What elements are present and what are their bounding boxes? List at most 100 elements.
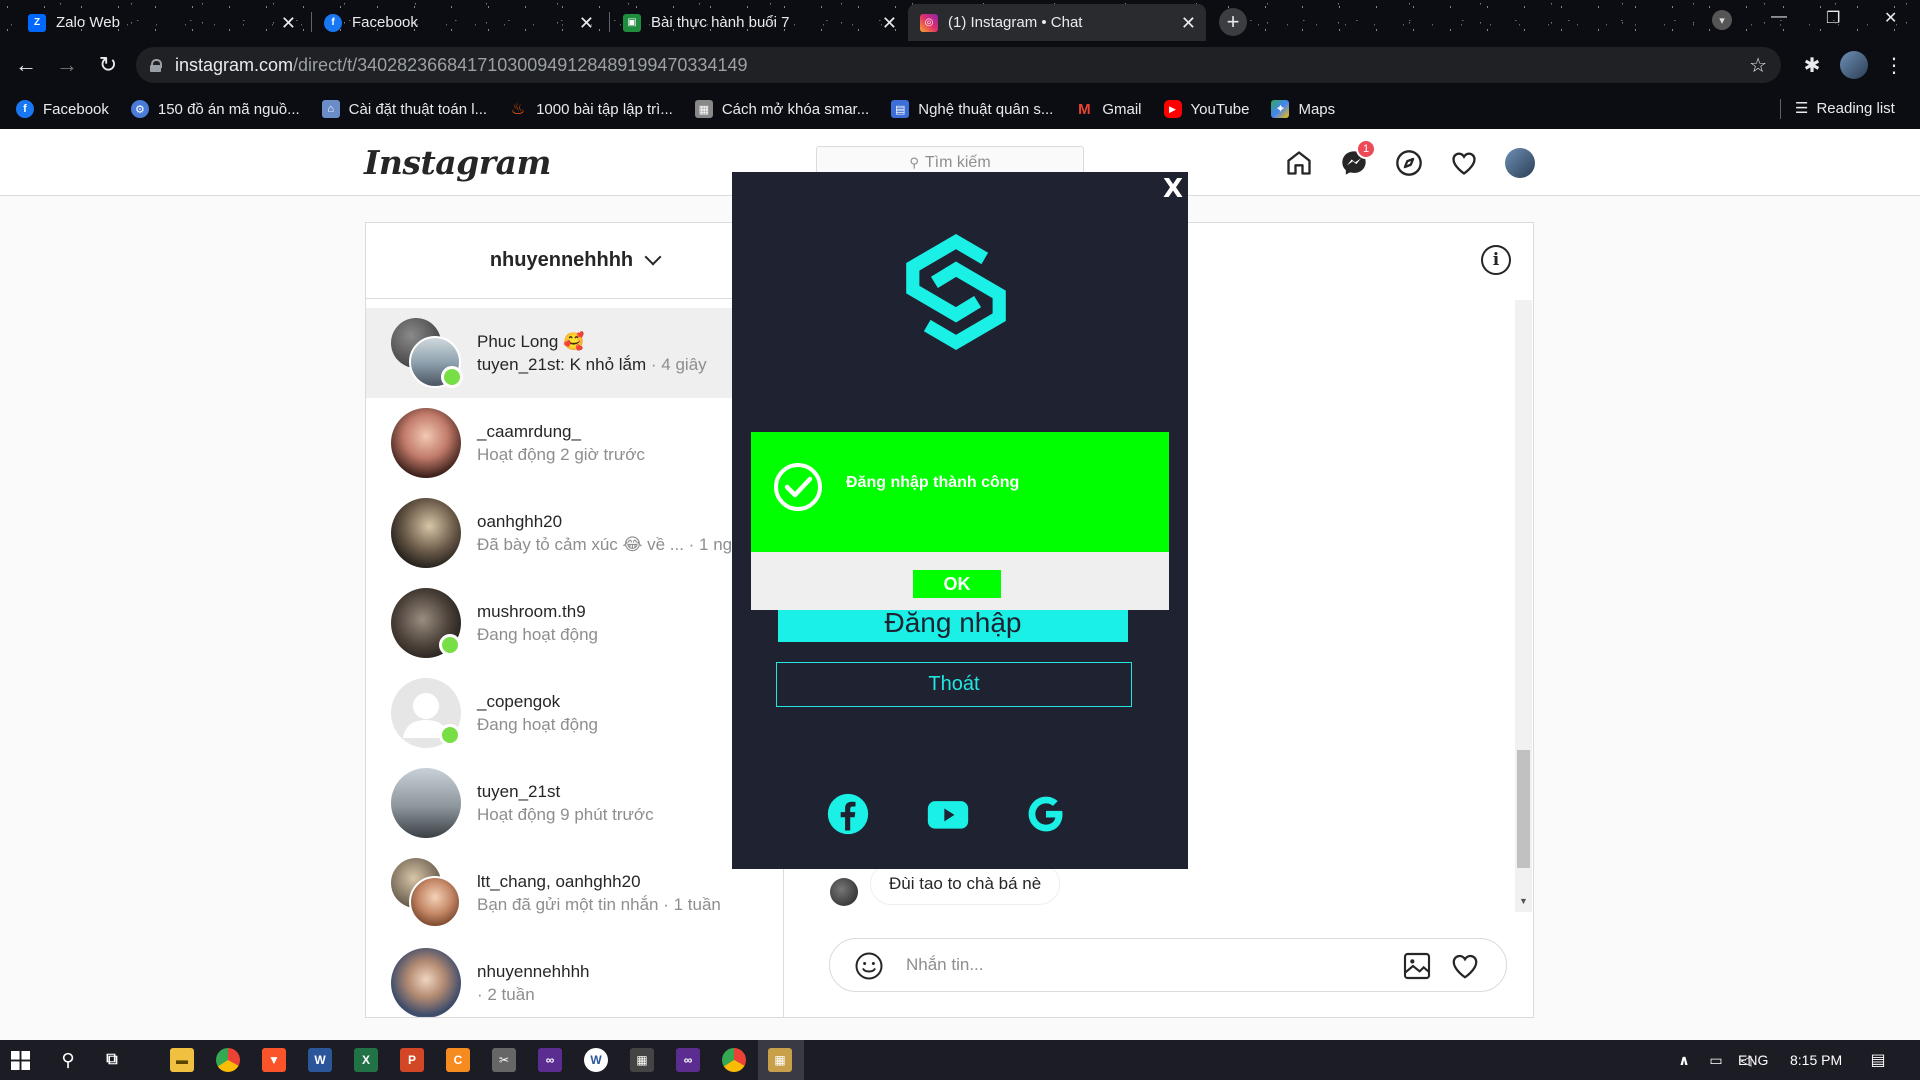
facebook-icon: f	[16, 100, 34, 118]
task-view-icon[interactable]: ⧉	[100, 1048, 124, 1072]
bookmark-label: Cách mở khóa smar...	[721, 100, 870, 118]
conversation-item[interactable]: tuyen_21st Hoạt động 9 phút trước	[366, 758, 783, 848]
chrome-icon[interactable]	[722, 1048, 746, 1072]
restore-icon[interactable]: ❐	[1826, 8, 1840, 28]
reload-icon[interactable]: ↻	[94, 51, 122, 79]
tools-icon[interactable]: ✂	[492, 1048, 516, 1072]
app-icon[interactable]: W	[584, 1048, 608, 1072]
extensions-icon[interactable]: ✱	[1798, 51, 1826, 79]
bookmark-youtube[interactable]: ▶ YouTube	[1163, 100, 1249, 118]
app-icon[interactable]: C	[446, 1048, 470, 1072]
conversation-name: _caamrdung_	[477, 421, 581, 441]
home-icon[interactable]	[1283, 147, 1315, 179]
active-app-icon[interactable]: ▦	[768, 1048, 792, 1072]
youtube-icon: ▶	[1163, 100, 1182, 118]
heart-icon[interactable]	[1448, 147, 1480, 179]
conversation-item[interactable]: nhuyennehhhh · 2 tuần	[366, 938, 783, 1017]
site-icon: ▦	[694, 100, 713, 118]
notification-badge: 1	[1356, 139, 1376, 159]
conversation-item[interactable]: Phuc Long 🥰 tuyen_21st: K nhỏ lắm · 4 gi…	[366, 308, 783, 398]
bookmark-separator	[1780, 99, 1781, 119]
conversation-item[interactable]: mushroom.th9 Đang hoạt động	[366, 578, 783, 668]
ok-button[interactable]: OK	[913, 570, 1001, 598]
url-host: instagram.com	[175, 54, 294, 75]
visual-studio-icon[interactable]: ∞	[538, 1048, 562, 1072]
app-icon[interactable]: ▦	[630, 1048, 654, 1072]
bookmark-item[interactable]: ▦ Cách mở khóa smar...	[694, 100, 870, 118]
message-placeholder: Nhắn tin...	[906, 955, 984, 974]
success-alert: Đăng nhập thành công OK	[751, 432, 1169, 610]
avatar	[391, 498, 461, 568]
tab-zalo[interactable]: Z Zalo Web ✕	[16, 4, 306, 41]
conversation-item[interactable]: _copengok Đang hoạt động	[366, 668, 783, 758]
scrollbar-thumb[interactable]	[1517, 750, 1530, 868]
back-icon[interactable]: ←	[12, 51, 40, 79]
battery-icon[interactable]: ▭	[1704, 1048, 1728, 1072]
tab-facebook[interactable]: f Facebook ✕	[312, 4, 604, 41]
conversation-item[interactable]: ltt_chang, oanhghh20 Bạn đã gửi một tin …	[366, 848, 783, 938]
window-close-icon[interactable]: ✕	[1884, 8, 1897, 28]
conversation-status: Đang hoạt động	[477, 624, 598, 644]
image-icon[interactable]	[1401, 950, 1433, 982]
explore-icon[interactable]	[1393, 147, 1425, 179]
bookmark-item[interactable]: ⚙ 150 đồ án mã nguồ...	[130, 100, 300, 118]
bookmark-maps[interactable]: ⌖ Maps	[1271, 100, 1335, 118]
conversation-status: · 2 tuần	[477, 984, 535, 1004]
conversation-item[interactable]: oanhghh20 Đã bày tỏ cảm xúc 😂 về ... · 1…	[366, 488, 783, 578]
emoji-icon[interactable]	[854, 951, 884, 981]
account-switcher[interactable]: nhuyennehhhh	[366, 223, 783, 299]
facebook-icon[interactable]	[826, 792, 870, 836]
chevron-up-icon[interactable]: ∧	[1672, 1048, 1696, 1072]
word-icon[interactable]: W	[308, 1048, 332, 1072]
minimize-icon[interactable]: —	[1771, 8, 1787, 26]
site-icon: ⌂	[321, 100, 340, 118]
forward-icon[interactable]: →	[53, 51, 81, 79]
close-icon[interactable]: ✕	[579, 13, 594, 34]
close-icon[interactable]: ✕	[882, 13, 897, 34]
excel-icon[interactable]: X	[354, 1048, 378, 1072]
info-icon[interactable]: i	[1481, 245, 1511, 275]
message-input[interactable]: Nhắn tin...	[829, 938, 1507, 992]
bookmark-item[interactable]: ▤ Nghệ thuật quân s...	[891, 100, 1053, 118]
exit-button[interactable]: Thoát	[776, 662, 1132, 707]
windows-start-icon[interactable]	[11, 1051, 30, 1070]
bookmark-facebook[interactable]: f Facebook	[16, 100, 109, 118]
tab-search-icon[interactable]: ▾	[1712, 10, 1732, 30]
fire-icon: ♨	[510, 101, 526, 118]
tab-instagram[interactable]: ◎ (1) Instagram • Chat ✕	[908, 4, 1206, 41]
reading-list-button[interactable]: ☰ Reading list	[1795, 99, 1895, 118]
notifications-icon[interactable]: ▤	[1866, 1048, 1890, 1072]
chrome-icon[interactable]	[216, 1048, 240, 1072]
brave-icon[interactable]: ▼	[262, 1048, 286, 1072]
bookmark-item[interactable]: ⌂ Cài đặt thuật toán l...	[321, 100, 487, 118]
close-button[interactable]: X	[1163, 174, 1183, 204]
scroll-down-arrow-icon[interactable]: ▼	[1517, 896, 1530, 906]
bookmark-gmail[interactable]: M Gmail	[1075, 100, 1141, 118]
new-tab-button[interactable]: +	[1219, 8, 1247, 36]
youtube-icon[interactable]	[925, 792, 971, 836]
profile-avatar[interactable]	[1505, 148, 1535, 178]
menu-icon[interactable]: ⋮	[1880, 51, 1908, 79]
message-bubble[interactable]: Đùi tao to chà bá nè	[870, 863, 1061, 905]
tab-classroom[interactable]: ▣ Bài thực hành buổi 7 ✕	[611, 4, 907, 41]
messenger-icon[interactable]: 1	[1338, 139, 1376, 179]
heart-icon[interactable]	[1450, 951, 1480, 981]
google-icon[interactable]	[1024, 792, 1068, 836]
file-explorer-icon[interactable]: ▬	[170, 1048, 194, 1072]
visual-studio-icon[interactable]: ∞	[676, 1048, 700, 1072]
address-bar[interactable]: instagram.com/direct/t/34028236684171030…	[136, 47, 1781, 83]
bookmark-item[interactable]: ♨ 1000 bài tập lập trì...	[509, 100, 673, 119]
zalo-icon: Z	[28, 13, 46, 32]
clock[interactable]: 8:15 PM	[1790, 1052, 1842, 1068]
instagram-logo[interactable]: Instagram	[364, 143, 551, 182]
conversation-status: Đã bày tỏ cảm xúc 😂 về ... · 1 ng	[477, 534, 733, 554]
powerpoint-icon[interactable]: P	[400, 1048, 424, 1072]
close-icon[interactable]: ✕	[281, 13, 296, 34]
bookmark-star-icon[interactable]: ☆	[1749, 53, 1767, 78]
profile-avatar[interactable]	[1840, 51, 1868, 79]
conversation-item[interactable]: _caamrdung_ Hoạt động 2 giờ trước	[366, 398, 783, 488]
close-icon[interactable]: ✕	[1181, 13, 1196, 34]
search-icon[interactable]: ⚲	[56, 1048, 80, 1072]
language-indicator[interactable]: ENG	[1738, 1052, 1768, 1068]
conversation-name: Phuc Long 🥰	[477, 331, 585, 351]
